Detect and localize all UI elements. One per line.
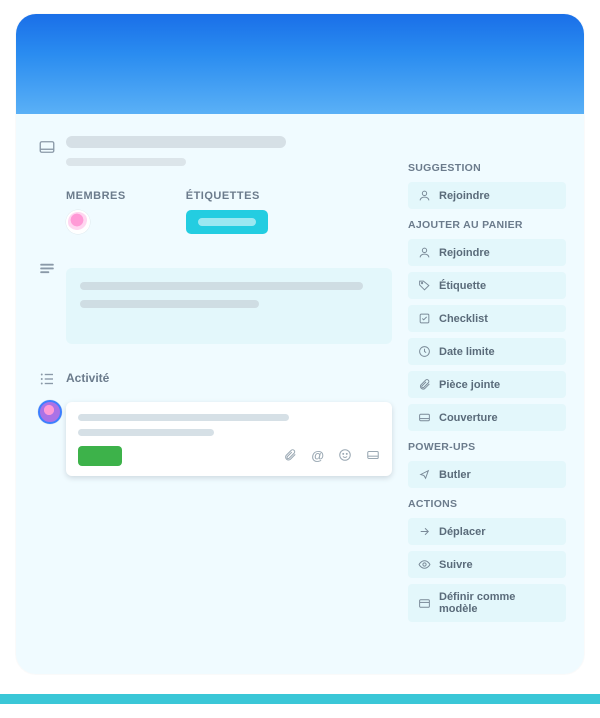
comment-composer[interactable]: @ xyxy=(66,402,392,476)
sidebar-item-label: Rejoindre xyxy=(439,190,490,202)
save-comment-button[interactable] xyxy=(78,446,122,466)
sidebar-cover-button[interactable]: Couverture xyxy=(408,404,566,431)
current-user-avatar[interactable] xyxy=(38,400,62,424)
sidebar-heading-suggestion: SUGGESTION xyxy=(408,162,566,174)
description-icon xyxy=(38,258,66,278)
attachment-icon[interactable] xyxy=(283,448,297,465)
sidebar-join-button[interactable]: Rejoindre xyxy=(408,182,566,209)
members-heading: MEMBRES xyxy=(66,190,126,202)
sidebar-template-button[interactable]: Définir comme modèle xyxy=(408,584,566,622)
activity-icon xyxy=(38,368,66,388)
labels-heading: ÉTIQUETTES xyxy=(186,190,268,202)
sidebar-item-label: Déplacer xyxy=(439,526,485,538)
sidebar-move-button[interactable]: Déplacer xyxy=(408,518,566,545)
card-subtitle-placeholder xyxy=(66,158,186,166)
sidebar-item-label: Couverture xyxy=(439,412,498,424)
sidebar-duedate-button[interactable]: Date limite xyxy=(408,338,566,365)
sidebar-item-label: Suivre xyxy=(439,559,473,571)
sidebar-item-label: Étiquette xyxy=(439,280,486,292)
mention-icon[interactable]: @ xyxy=(311,448,324,465)
labels-section: ÉTIQUETTES xyxy=(186,190,268,234)
cover-banner[interactable] xyxy=(16,14,584,114)
sidebar-attachment-button[interactable]: Pièce jointe xyxy=(408,371,566,398)
member-avatar[interactable] xyxy=(66,210,90,234)
comment-placeholder-line xyxy=(78,429,214,436)
description-box[interactable] xyxy=(66,268,392,344)
sidebar-checklist-button[interactable]: Checklist xyxy=(408,305,566,332)
page-accent-bar xyxy=(0,694,600,704)
description-line xyxy=(80,282,363,290)
sidebar-heading-add: AJOUTER AU PANIER xyxy=(408,219,566,231)
sidebar: SUGGESTION Rejoindre AJOUTER AU PANIER R… xyxy=(408,136,566,628)
description-line xyxy=(80,300,259,308)
card-title-placeholder[interactable] xyxy=(66,136,286,148)
sidebar-heading-powerups: POWER-UPS xyxy=(408,441,566,453)
sidebar-watch-button[interactable]: Suivre xyxy=(408,551,566,578)
card-icon xyxy=(38,136,66,156)
sidebar-butler-button[interactable]: Butler xyxy=(408,461,566,488)
sidebar-item-label: Définir comme modèle xyxy=(439,591,556,615)
sidebar-item-label: Rejoindre xyxy=(439,247,490,259)
sidebar-item-label: Date limite xyxy=(439,346,495,358)
label-chip[interactable] xyxy=(186,210,268,234)
sidebar-item-label: Checklist xyxy=(439,313,488,325)
card-icon-small[interactable] xyxy=(366,448,380,465)
sidebar-item-label: Butler xyxy=(439,469,471,481)
user-avatar-gutter xyxy=(38,396,66,424)
activity-heading: Activité xyxy=(66,371,109,385)
sidebar-item-label: Pièce jointe xyxy=(439,379,500,391)
comment-placeholder-line xyxy=(78,414,289,421)
card-modal: MEMBRES ÉTIQUETTES xyxy=(16,14,584,674)
sidebar-label-button[interactable]: Étiquette xyxy=(408,272,566,299)
members-section: MEMBRES xyxy=(66,190,126,234)
comment-toolbar: @ xyxy=(283,448,380,465)
sidebar-heading-actions: ACTIONS xyxy=(408,498,566,510)
sidebar-join-button-2[interactable]: Rejoindre xyxy=(408,239,566,266)
emoji-icon[interactable] xyxy=(338,448,352,465)
main-column: MEMBRES ÉTIQUETTES xyxy=(38,136,392,628)
